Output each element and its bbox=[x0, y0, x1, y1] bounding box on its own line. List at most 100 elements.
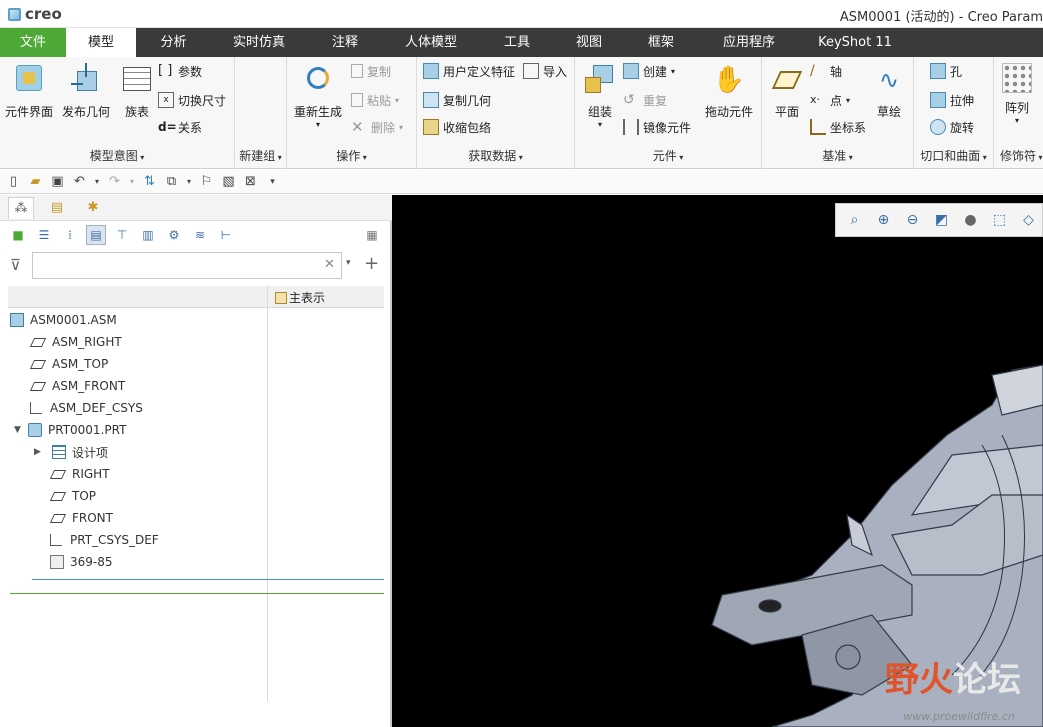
copy-geometry-button[interactable]: 复制几何 bbox=[423, 90, 491, 110]
group-label-modifiers[interactable]: 修饰符 bbox=[1000, 147, 1043, 164]
save-icon[interactable]: ▣ bbox=[49, 173, 66, 190]
tab-model[interactable]: 模型 bbox=[66, 28, 136, 57]
close-window-icon[interactable]: ⊠ bbox=[242, 173, 259, 190]
paste-button[interactable]: 粘贴 ▾ bbox=[351, 90, 399, 110]
zoom-in-icon[interactable]: ⊕ bbox=[873, 210, 894, 231]
view-manager-icon[interactable]: ◇ bbox=[1018, 210, 1039, 231]
render-icon[interactable]: ▧ bbox=[220, 173, 237, 190]
group-label-new-group[interactable]: 新建组 bbox=[235, 147, 286, 164]
shrinkwrap-button[interactable]: 收缩包络 bbox=[423, 117, 491, 137]
open-folder-icon[interactable]: ▰ bbox=[27, 173, 44, 190]
publish-geometry-button[interactable]: 发布几何 bbox=[62, 63, 110, 120]
tree-item-asm-def-csys[interactable]: ASM_DEF_CSYS bbox=[30, 397, 143, 419]
regenerate-button[interactable]: 重新生成 ▾ bbox=[294, 63, 342, 129]
assemble-button[interactable]: 组装 ▾ bbox=[583, 63, 617, 129]
tab-view[interactable]: 视图 bbox=[555, 28, 623, 57]
tree-compact-icon[interactable]: ⁞ bbox=[60, 225, 80, 245]
windows-dropdown-icon[interactable]: ▾ bbox=[185, 173, 193, 190]
add-filter-icon[interactable]: + bbox=[364, 253, 379, 274]
tree-item-prt[interactable]: ▼ PRT0001.PRT bbox=[14, 419, 126, 441]
display-style-icon[interactable]: ⚐ bbox=[198, 173, 215, 190]
tab-keyshot[interactable]: KeyShot 11 bbox=[799, 28, 911, 57]
zoom-out-icon[interactable]: ⊖ bbox=[902, 210, 923, 231]
user-defined-feature-button[interactable]: 用户定义特征 bbox=[423, 61, 515, 81]
model-tree-tab-icon[interactable]: ⁂ bbox=[8, 196, 34, 219]
show-icon[interactable]: ■ bbox=[8, 225, 28, 245]
tab-tools[interactable]: 工具 bbox=[479, 28, 555, 57]
tab-applications[interactable]: 应用程序 bbox=[699, 28, 799, 57]
relations-button[interactable]: d= 关系 bbox=[158, 117, 202, 137]
tree-item-asm-right[interactable]: ASM_RIGHT bbox=[29, 331, 122, 353]
delete-button[interactable]: ✕ 删除 ▾ bbox=[351, 117, 403, 137]
group-label-get-data[interactable]: 获取数据 bbox=[417, 147, 574, 164]
point-button[interactable]: x· 点 ▾ bbox=[810, 90, 850, 110]
display-style-sphere-icon[interactable]: ● bbox=[960, 210, 981, 231]
clear-search-icon[interactable]: ✕ bbox=[324, 257, 335, 272]
redo-icon[interactable]: ↷ bbox=[106, 173, 123, 190]
copy-button[interactable]: 复制 bbox=[351, 61, 391, 81]
favorites-tab-icon[interactable]: ✱ bbox=[80, 197, 106, 219]
column-header-main-rep[interactable]: 主表示 bbox=[275, 289, 325, 306]
group-label-cut-surface[interactable]: 切口和曲面 bbox=[914, 147, 993, 164]
mirror-component-button[interactable]: 镜像元件 bbox=[623, 117, 691, 137]
undo-icon[interactable]: ↶ bbox=[71, 173, 88, 190]
tree-item-prt-csys-def[interactable]: PRT_CSYS_DEF bbox=[50, 529, 159, 551]
collapse-arrow-icon[interactable]: ▼ bbox=[14, 425, 28, 435]
new-file-icon[interactable]: ▯ bbox=[5, 173, 22, 190]
tree-settings-icon[interactable]: ▦ bbox=[362, 225, 382, 245]
refit-icon[interactable]: ⌕ bbox=[844, 210, 865, 231]
filter-funnel-icon[interactable]: ⊽ bbox=[10, 256, 21, 274]
tab-framework[interactable]: 框架 bbox=[623, 28, 699, 57]
tree-item-top[interactable]: TOP bbox=[49, 485, 96, 507]
switch-dimensions-button[interactable]: x 切换尺寸 bbox=[158, 90, 226, 110]
settings-gear-icon[interactable]: ⚙ bbox=[164, 225, 184, 245]
undo-dropdown-icon[interactable]: ▾ bbox=[93, 173, 101, 190]
layers-icon[interactable]: ≋ bbox=[190, 225, 210, 245]
folder-browser-tab-icon[interactable]: ▤ bbox=[44, 197, 70, 219]
tree-filter-icon[interactable]: ⊤ bbox=[112, 225, 132, 245]
saved-orientations-icon[interactable]: ⬚ bbox=[989, 210, 1010, 231]
drag-components-button[interactable]: ✋ 拖动元件 bbox=[705, 63, 753, 120]
tab-annotate[interactable]: 注释 bbox=[307, 28, 383, 57]
component-interface-button[interactable]: 元件界面 bbox=[5, 63, 53, 120]
tree-item-asm-top[interactable]: ASM_TOP bbox=[29, 353, 108, 375]
graphics-window[interactable]: ⌕ ⊕ ⊖ ◩ ● ⬚ ◇ 野火论坛 www.proewildfire.cn bbox=[392, 195, 1043, 727]
extrude-button[interactable]: 拉伸 bbox=[930, 90, 974, 110]
import-button[interactable]: 导入 bbox=[523, 61, 567, 81]
revolve-button[interactable]: 旋转 bbox=[930, 117, 974, 137]
csys-button[interactable]: 坐标系 bbox=[810, 117, 866, 137]
group-label-component[interactable]: 元件 bbox=[575, 147, 761, 164]
tree-columns-icon[interactable]: ▥ bbox=[138, 225, 158, 245]
group-label-datum[interactable]: 基准 bbox=[762, 147, 913, 164]
family-table-button[interactable]: 族表 bbox=[120, 63, 154, 120]
repaint-icon[interactable]: ◩ bbox=[931, 210, 952, 231]
repeat-button[interactable]: ↺ 重复 bbox=[623, 90, 667, 110]
expand-arrow-icon[interactable]: ▶ bbox=[34, 447, 52, 457]
tab-file[interactable]: 文件 bbox=[0, 28, 66, 57]
regenerate-qat-icon[interactable]: ⇅ bbox=[141, 173, 158, 190]
tree-item-right[interactable]: RIGHT bbox=[49, 463, 110, 485]
group-label-model-intent[interactable]: 模型意图 bbox=[0, 147, 234, 164]
hole-button[interactable]: 孔 bbox=[930, 61, 962, 81]
create-button[interactable]: 创建 ▾ bbox=[623, 61, 675, 81]
tree-item-front[interactable]: FRONT bbox=[49, 507, 113, 529]
tab-analysis[interactable]: 分析 bbox=[136, 28, 211, 57]
search-dropdown-icon[interactable]: ▾ bbox=[346, 258, 351, 268]
tree-list-icon[interactable]: ☰ bbox=[34, 225, 54, 245]
tree-item-asm[interactable]: ASM0001.ASM bbox=[10, 309, 117, 331]
insert-here-line[interactable] bbox=[32, 579, 384, 580]
sketch-button[interactable]: ∿ 草绘 bbox=[872, 63, 906, 120]
tree-item-asm-front[interactable]: ASM_FRONT bbox=[29, 375, 125, 397]
hierarchy-icon[interactable]: ⊢ bbox=[216, 225, 236, 245]
plane-button[interactable]: 平面 bbox=[770, 63, 804, 120]
axis-button[interactable]: / 轴 bbox=[810, 61, 842, 81]
tree-item-design-items[interactable]: ▶ 设计项 bbox=[34, 441, 108, 463]
end-of-tree-line[interactable] bbox=[10, 593, 384, 594]
tree-search-input[interactable] bbox=[32, 252, 342, 279]
pattern-button[interactable]: 阵列 ▾ bbox=[1002, 63, 1032, 125]
customize-qat-icon[interactable]: ▾ bbox=[264, 173, 281, 190]
redo-dropdown-icon[interactable]: ▾ bbox=[128, 173, 136, 190]
tab-live-simulation[interactable]: 实时仿真 bbox=[211, 28, 307, 57]
tree-view-icon[interactable]: ▤ bbox=[86, 225, 106, 245]
parameters-button[interactable]: [ ] 参数 bbox=[158, 61, 202, 81]
